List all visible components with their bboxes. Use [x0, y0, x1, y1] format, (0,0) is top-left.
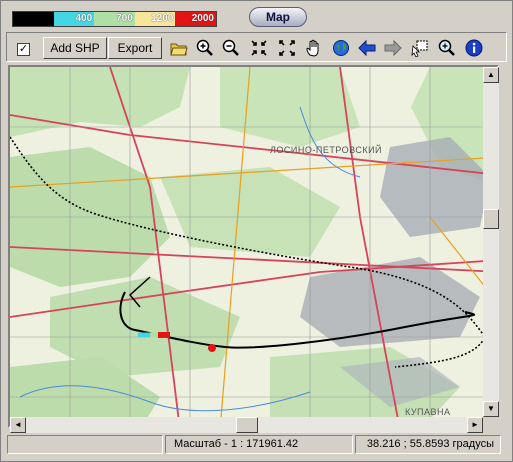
add-shp-button[interactable]: Add SHP	[43, 37, 107, 59]
zoom-window-icon[interactable]	[437, 38, 457, 58]
map-title-button[interactable]: Map	[249, 7, 307, 27]
legend-segment-400: 400	[53, 12, 95, 26]
status-scale: Масштаб - 1 : 171961.42	[165, 435, 353, 454]
pan-hand-icon[interactable]	[304, 38, 324, 58]
legend-segment-700: 700	[94, 12, 135, 26]
status-cell-empty	[7, 435, 163, 454]
legend-segment-2000: 2000	[175, 12, 216, 26]
map-label-kupavna: КУПАВНА	[405, 407, 451, 417]
horizontal-scrollbar[interactable]: ◄ ►	[10, 417, 483, 433]
globe-icon[interactable]	[331, 38, 351, 58]
topographic-map	[10, 67, 497, 426]
forward-arrow-icon[interactable]	[383, 38, 403, 58]
vertical-scroll-thumb[interactable]	[483, 209, 499, 229]
legend-segment-1200: 1200	[134, 12, 176, 26]
zoom-extent-in-icon[interactable]	[249, 38, 269, 58]
open-folder-icon[interactable]	[169, 38, 189, 58]
scroll-right-arrow[interactable]: ►	[467, 417, 483, 433]
scroll-down-arrow[interactable]: ▼	[483, 401, 499, 417]
map-window: 400 700 1200 2000 Map ✓ Add SHP Export Л…	[0, 0, 513, 462]
scroll-up-arrow[interactable]: ▲	[483, 67, 499, 83]
legend-segment-black	[13, 12, 54, 26]
export-button[interactable]: Export	[108, 37, 162, 59]
vertical-scrollbar[interactable]: ▲ ▼	[483, 67, 499, 417]
map-view[interactable]: ЛОСИНО-ПЕТРОВСКИЙ КУПАВНА	[8, 65, 499, 428]
scroll-left-arrow[interactable]: ◄	[10, 417, 26, 433]
layer-checkbox[interactable]: ✓	[17, 43, 30, 56]
horizontal-scroll-thumb[interactable]	[236, 417, 258, 433]
zoom-out-icon[interactable]	[221, 38, 241, 58]
altitude-legend: 400 700 1200 2000	[12, 11, 217, 27]
map-label-losino-petrovsky: ЛОСИНО-ПЕТРОВСКИЙ	[270, 145, 383, 155]
info-icon[interactable]	[464, 38, 484, 58]
back-arrow-icon[interactable]	[357, 38, 377, 58]
select-region-icon[interactable]	[410, 38, 430, 58]
zoom-in-icon[interactable]	[195, 38, 215, 58]
status-coordinates: 38.216 ; 55.8593 градусы	[355, 435, 501, 454]
scrollbar-corner	[483, 417, 499, 433]
zoom-extent-out-icon[interactable]	[277, 38, 297, 58]
toolbar: ✓ Add SHP Export	[6, 32, 507, 62]
